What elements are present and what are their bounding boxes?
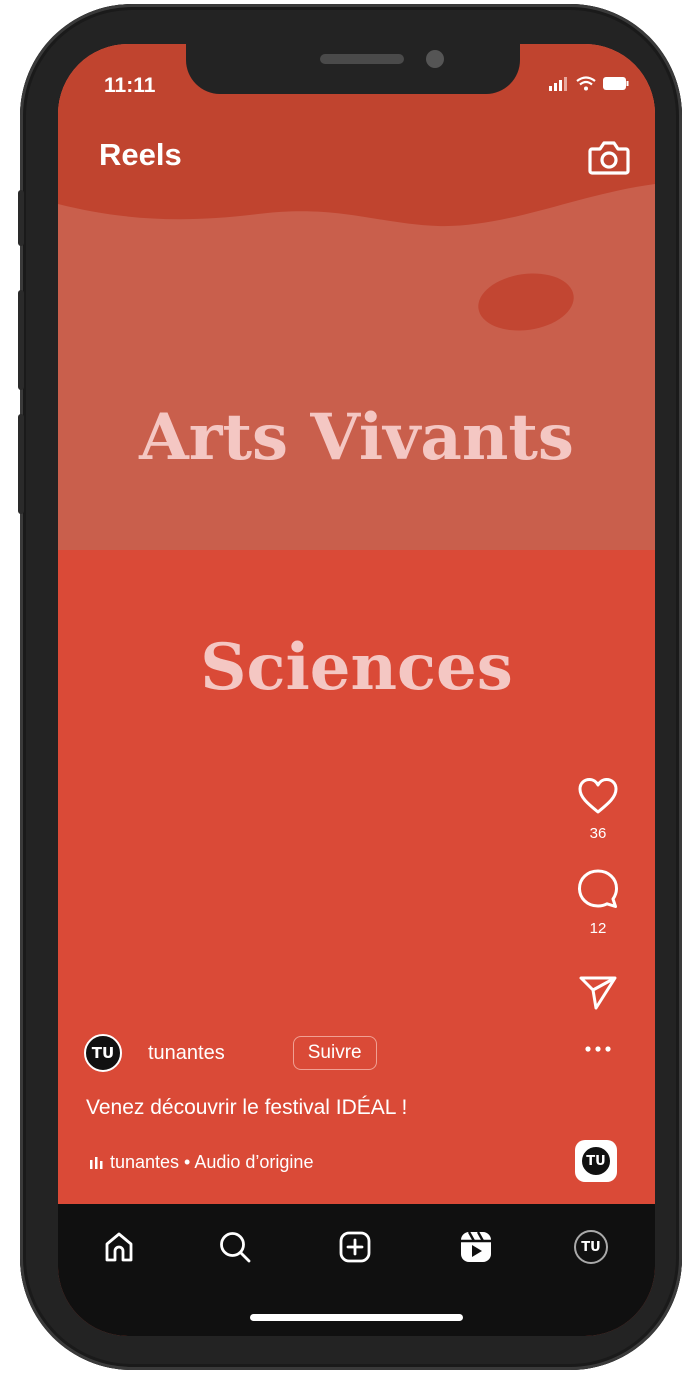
home-indicator[interactable] <box>250 1314 463 1321</box>
volume-down-button <box>18 414 24 514</box>
follow-button[interactable]: Suivre <box>292 1036 377 1070</box>
caption[interactable]: Venez découvrir le festival IDÉAL ! <box>86 1096 407 1120</box>
comment-count: 12 <box>589 920 607 937</box>
notch <box>186 44 520 94</box>
send-icon[interactable] <box>578 973 618 1011</box>
wifi-icon <box>576 76 596 91</box>
nav-home[interactable] <box>98 1226 140 1268</box>
like-count: 36 <box>589 825 607 842</box>
username[interactable]: tunantes <box>148 1042 225 1065</box>
profile-avatar-initials: TU <box>581 1239 601 1255</box>
audio-label: tunantes • Audio d’origine <box>110 1152 314 1172</box>
volume-up-button <box>18 290 24 390</box>
account-row: TU tunantes Suivre <box>84 1034 377 1072</box>
earpiece-speaker <box>320 54 404 64</box>
action-rail: 36 12 <box>568 777 628 1053</box>
signal-icon <box>549 76 567 91</box>
search-icon <box>220 1232 251 1263</box>
audio-thumbnail[interactable]: TU <box>575 1140 617 1182</box>
audio-bars-icon <box>90 1156 103 1169</box>
nav-create[interactable] <box>334 1226 376 1268</box>
nav-reels[interactable] <box>455 1226 497 1268</box>
comment-icon[interactable] <box>577 868 619 910</box>
avatar-initials: TU <box>91 1044 115 1062</box>
front-camera <box>426 50 444 68</box>
nav-search[interactable] <box>214 1226 256 1268</box>
heart-icon[interactable] <box>577 777 619 815</box>
camera-icon[interactable] <box>588 139 630 177</box>
reel-headline-secondary: Sciences <box>200 630 513 705</box>
page-title: Reels <box>99 137 182 172</box>
audio-avatar: TU <box>580 1145 612 1177</box>
reel-headline-primary: Arts Vivants <box>139 400 574 475</box>
screen: 11:11 Reels Arts Vivants Sciences 36 12 <box>58 44 655 1336</box>
add-post-icon <box>339 1231 371 1263</box>
nav-profile[interactable]: TU <box>570 1226 612 1268</box>
audio-avatar-initials: TU <box>586 1153 606 1169</box>
avatar[interactable]: TU <box>84 1034 122 1072</box>
reels-icon <box>461 1231 491 1262</box>
status-time: 11:11 <box>104 74 156 97</box>
status-icons <box>549 76 629 91</box>
home-icon <box>105 1232 133 1262</box>
mute-switch <box>18 190 24 246</box>
more-options-icon[interactable] <box>583 1045 613 1053</box>
wave-shape <box>58 184 655 264</box>
profile-avatar: TU <box>574 1230 608 1264</box>
audio-attribution[interactable]: tunantes • Audio d’origine <box>90 1152 313 1173</box>
battery-icon <box>603 77 629 90</box>
